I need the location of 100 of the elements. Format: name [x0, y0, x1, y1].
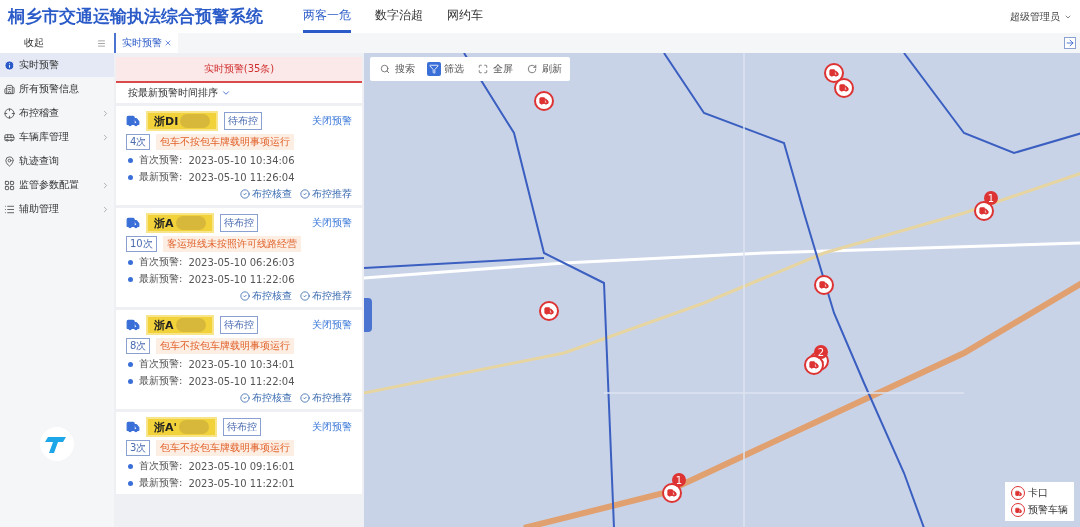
- action-link[interactable]: 布控推荐: [300, 289, 352, 303]
- check-circle-icon: [240, 189, 250, 199]
- map-tool-button[interactable]: 刷新: [525, 62, 562, 76]
- sidebar-item[interactable]: 车辆库管理: [0, 125, 114, 149]
- license-plate: 浙A': [146, 417, 217, 437]
- time-value: 2023-05-10 10:34:01: [188, 358, 295, 370]
- count-tag: 4次: [126, 134, 151, 150]
- truck-icon: [809, 360, 819, 370]
- sidebar-item[interactable]: 实时预警: [0, 53, 114, 77]
- sort-dropdown[interactable]: 按最新预警时间排序: [116, 83, 362, 103]
- count-badge: 1: [672, 473, 686, 487]
- map-tool-button[interactable]: 全屏: [476, 62, 513, 76]
- legend-label: 预警车辆: [1028, 503, 1068, 517]
- chevron-icon: [101, 204, 110, 214]
- timeline-dot: [128, 480, 133, 486]
- collapse-button[interactable]: 收起: [24, 36, 44, 50]
- license-plate: 浙DI: [146, 111, 219, 131]
- truck-icon: [819, 280, 829, 290]
- status-tag: 待布控: [222, 418, 261, 436]
- action-link[interactable]: 布控核查: [240, 391, 292, 405]
- collapse-handle[interactable]: [364, 298, 372, 332]
- menu-item-icon: [4, 107, 15, 119]
- time-value: 2023-05-10 09:16:01: [188, 460, 295, 472]
- tool-icon: [478, 64, 488, 74]
- chevron-icon: [101, 108, 110, 118]
- status-tag: 待布控: [224, 112, 263, 130]
- truck-icon: [979, 206, 989, 216]
- logo-icon: [39, 426, 75, 462]
- time-value: 2023-05-10 10:34:06: [188, 154, 295, 166]
- reason-tag: 包车不按包车牌载明事项运行: [156, 440, 295, 456]
- vehicle-marker[interactable]: [534, 91, 554, 111]
- sidebar-item[interactable]: 监管参数配置: [0, 173, 114, 197]
- time-label: 首次预警:: [139, 459, 183, 473]
- timeline-dot: [128, 463, 133, 469]
- status-tag: 待布控: [219, 214, 258, 232]
- count-tag: 3次: [126, 440, 151, 456]
- time-label: 最新预警:: [139, 170, 183, 184]
- page-tab[interactable]: 实时预警: [116, 33, 178, 53]
- truck-icon: [839, 83, 849, 93]
- close-alert-link[interactable]: 关闭预警: [312, 216, 352, 230]
- user-menu[interactable]: 超级管理员: [1010, 9, 1072, 24]
- truck-icon: [829, 68, 839, 78]
- time-value: 2023-05-10 11:22:04: [188, 375, 295, 387]
- close-icon[interactable]: [164, 39, 172, 47]
- menu-item-icon: [4, 59, 15, 71]
- nav-tab[interactable]: 网约车: [447, 0, 483, 33]
- truck-icon: [126, 318, 140, 332]
- action-link[interactable]: 布控推荐: [300, 187, 352, 201]
- time-label: 首次预警:: [139, 255, 183, 269]
- truck-icon: [667, 488, 677, 498]
- count-tag: 8次: [126, 338, 151, 354]
- menu-item-icon: [4, 83, 15, 95]
- map-tool-button[interactable]: 筛选: [427, 62, 464, 76]
- vehicle-marker[interactable]: [804, 355, 824, 375]
- action-link[interactable]: 布控核查: [240, 187, 292, 201]
- time-value: 2023-05-10 11:22:06: [188, 273, 295, 285]
- time-label: 最新预警:: [139, 374, 183, 388]
- map-tool-button[interactable]: 搜索: [378, 62, 415, 76]
- nav-tab[interactable]: 数字治超: [375, 0, 423, 33]
- truck-icon: [544, 306, 554, 316]
- time-value: 2023-05-10 11:22:01: [188, 477, 295, 489]
- vehicle-marker[interactable]: [974, 201, 994, 221]
- timeline-dot: [128, 174, 133, 180]
- license-plate: 浙A: [146, 315, 214, 335]
- app-title: 桐乡市交通运输执法综合预警系统: [8, 5, 263, 28]
- check-circle-icon: [300, 393, 310, 403]
- vehicle-marker[interactable]: [824, 63, 844, 83]
- sidebar-item[interactable]: 所有预警信息: [0, 77, 114, 101]
- reason-tag: 包车不按包车牌载明事项运行: [156, 134, 295, 150]
- tool-icon: [380, 64, 390, 74]
- timeline-dot: [128, 378, 133, 384]
- sidebar-item[interactable]: 布控稽查: [0, 101, 114, 125]
- count-tag: 10次: [126, 236, 157, 252]
- truck-icon: [539, 96, 549, 106]
- tool-icon: [527, 64, 537, 74]
- close-alert-link[interactable]: 关闭预警: [312, 318, 352, 332]
- action-link[interactable]: 布控核查: [240, 289, 292, 303]
- license-plate: 浙A: [146, 213, 214, 233]
- time-value: 2023-05-10 06:26:03: [188, 256, 295, 268]
- status-tag: 待布控: [219, 316, 258, 334]
- arrow-right-icon[interactable]: [1064, 37, 1076, 49]
- chevron-icon: [101, 132, 110, 142]
- vehicle-marker[interactable]: [539, 301, 559, 321]
- close-alert-link[interactable]: 关闭预警: [312, 420, 352, 434]
- menu-icon[interactable]: [97, 38, 106, 48]
- sidebar-item[interactable]: 轨迹查询: [0, 149, 114, 173]
- tool-icon: [429, 64, 439, 74]
- vehicle-marker[interactable]: [814, 275, 834, 295]
- vehicle-marker[interactable]: [662, 483, 682, 503]
- sidebar-item[interactable]: 辅助管理: [0, 197, 114, 221]
- legend-label: 卡口: [1028, 486, 1048, 500]
- time-label: 首次预警:: [139, 357, 183, 371]
- vehicle-marker[interactable]: [834, 78, 854, 98]
- truck-icon: [126, 216, 140, 230]
- reason-tag: 客运班线未按照许可线路经营: [162, 236, 301, 252]
- action-link[interactable]: 布控推荐: [300, 391, 352, 405]
- menu-item-icon: [4, 179, 15, 191]
- list-header: 实时预警(35条): [116, 57, 362, 83]
- time-label: 最新预警:: [139, 272, 183, 286]
- close-alert-link[interactable]: 关闭预警: [312, 114, 352, 128]
